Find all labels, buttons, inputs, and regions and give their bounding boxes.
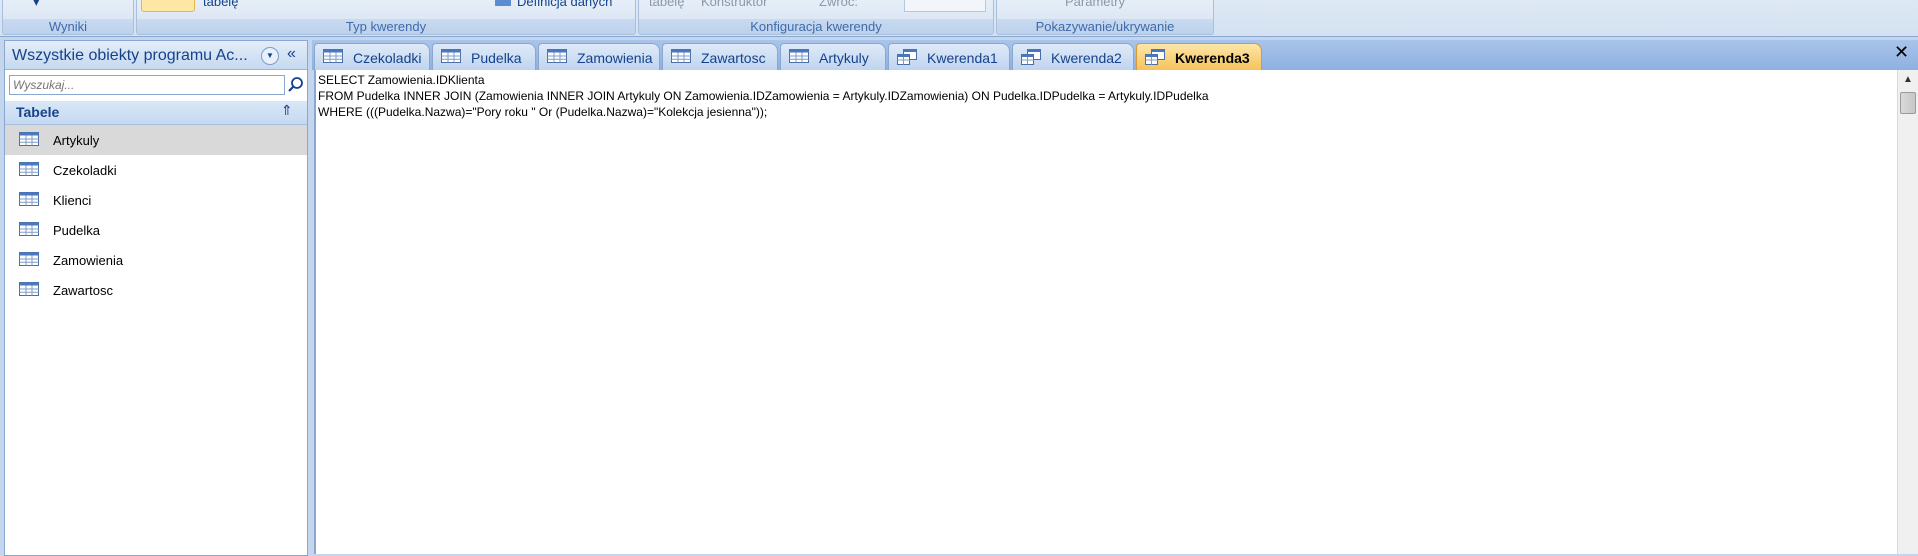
nav-item-label: Artykuly [53, 133, 100, 148]
ribbon-group-title: Pokazywanie/ukrywanie [997, 19, 1213, 34]
tab-czekoladki[interactable]: Czekoladki [314, 43, 430, 70]
nav-item-zawartosc[interactable]: Zawartosc [5, 275, 307, 305]
run-dropdown-arrow-icon[interactable]: ▾ [33, 0, 40, 10]
tab-label: Zamowienia [577, 50, 653, 66]
tab-kwerenda3[interactable]: Kwerenda3 [1136, 43, 1262, 70]
tab-label: Kwerenda3 [1175, 50, 1250, 66]
table-icon [671, 49, 691, 66]
vertical-scrollbar[interactable]: ▲ [1897, 70, 1918, 554]
make-table-button[interactable] [141, 0, 195, 12]
table-icon [441, 49, 461, 66]
nav-item-artykuly[interactable]: Artykuly [5, 125, 307, 155]
document-tab-strip: Czekoladki Pudelka Zamowienia Zawartosc Arty… [312, 40, 1918, 70]
scroll-up-arrow-icon[interactable]: ▲ [1903, 74, 1913, 85]
ribbon-group-title: Typ kwerendy [137, 19, 635, 34]
nav-item-label: Zamowienia [53, 253, 124, 268]
ribbon-group-title: Konfiguracja kwerendy [639, 19, 993, 34]
nav-item-label: Pudelka [53, 223, 100, 238]
ribbon-group-query-setup: tabelę Konstruktor Zwróć: Konfiguracja k… [638, 0, 994, 35]
builder-button[interactable]: Konstruktor [701, 0, 767, 9]
make-table-label: tabelę [203, 0, 239, 9]
table-icon [19, 222, 39, 239]
search-icon[interactable] [287, 76, 305, 94]
ribbon-group-show-hide: Parametry Pokazywanie/ukrywanie [996, 0, 1214, 35]
nav-item-zamowienia[interactable]: Zamowienia [5, 245, 307, 275]
nav-list: Artykuly Czekoladki Klienci Pudelka Zamowien… [5, 125, 307, 305]
nav-item-label: Zawartosc [53, 283, 113, 298]
nav-header: Wszystkie obiekty programu Ac... ▼ « [5, 41, 307, 70]
tab-label: Artykuly [819, 50, 869, 66]
sql-text[interactable]: SELECT Zamowienia.IDKlienta FROM Pudelka … [318, 72, 1209, 120]
nav-group-label: Tabele [16, 104, 60, 120]
tab-label: Kwerenda2 [1051, 50, 1122, 66]
tab-label: Pudelka [471, 50, 522, 66]
table-icon [547, 49, 567, 66]
tab-pudelka[interactable]: Pudelka [432, 43, 536, 70]
sql-line[interactable]: FROM Pudelka INNER JOIN (Zamowienia INNE… [318, 88, 1209, 104]
data-definition-icon [495, 0, 511, 6]
nav-item-label: Klienci [53, 193, 92, 208]
table-icon [323, 49, 343, 66]
tab-kwerenda2[interactable]: Kwerenda2 [1012, 43, 1134, 70]
sql-line[interactable]: WHERE (((Pudelka.Nazwa)="Pory roku " Or … [318, 104, 1209, 120]
scroll-thumb[interactable] [1900, 92, 1916, 114]
table-icon [789, 49, 809, 66]
ribbon-group-query-type: tabelę Definicja danych Typ kwerendy [136, 0, 636, 35]
collapse-group-icon[interactable]: ⇑ [281, 102, 293, 119]
ribbon: ▾ Wyniki tabelę Definicja danych Typ kwe… [0, 0, 1918, 37]
navigation-pane: Wszystkie obiekty programu Ac... ▼ « Tab… [4, 40, 308, 556]
nav-item-pudelka[interactable]: Pudelka [5, 215, 307, 245]
tab-kwerenda1[interactable]: Kwerenda1 [888, 43, 1010, 70]
tab-label: Kwerenda1 [927, 50, 998, 66]
nav-item-czekoladki[interactable]: Czekoladki [5, 155, 307, 185]
query-icon [1021, 49, 1041, 68]
return-combobox[interactable] [904, 0, 986, 12]
return-label: Zwróć: [819, 0, 858, 9]
table-icon [19, 192, 39, 209]
table-icon [19, 162, 39, 179]
ribbon-group-title: Wyniki [3, 19, 133, 34]
nav-search-box [9, 75, 285, 95]
tab-zamowienia[interactable]: Zamowienia [538, 43, 660, 70]
close-icon[interactable]: ✕ [1894, 42, 1909, 63]
sql-editor[interactable]: SELECT Zamowienia.IDKlienta FROM Pudelka … [314, 70, 1899, 554]
search-input[interactable] [10, 76, 282, 94]
table-icon [19, 282, 39, 299]
nav-group-header[interactable]: Tabele ⇑ [5, 101, 307, 125]
data-definition-button[interactable]: Definicja danych [517, 0, 612, 9]
nav-item-label: Czekoladki [53, 163, 117, 178]
parameters-button[interactable]: Parametry [1065, 0, 1125, 9]
tab-label: Zawartosc [701, 50, 766, 66]
ribbon-group-results: ▾ Wyniki [2, 0, 134, 35]
tab-artykuly[interactable]: Artykuly [780, 43, 886, 70]
nav-title[interactable]: Wszystkie obiekty programu Ac... [12, 47, 248, 65]
table-icon [19, 252, 39, 269]
nav-item-klienci[interactable]: Klienci [5, 185, 307, 215]
sql-line[interactable]: SELECT Zamowienia.IDKlienta [318, 72, 1209, 88]
show-table-label: tabelę [649, 0, 685, 9]
nav-menu-dropdown-icon[interactable]: ▼ [261, 47, 279, 65]
nav-collapse-icon[interactable]: « [287, 45, 296, 63]
tab-label: Czekoladki [353, 50, 422, 66]
tab-zawartosc[interactable]: Zawartosc [662, 43, 778, 70]
query-icon [897, 49, 917, 68]
query-icon [1145, 49, 1165, 68]
table-icon [19, 132, 39, 149]
